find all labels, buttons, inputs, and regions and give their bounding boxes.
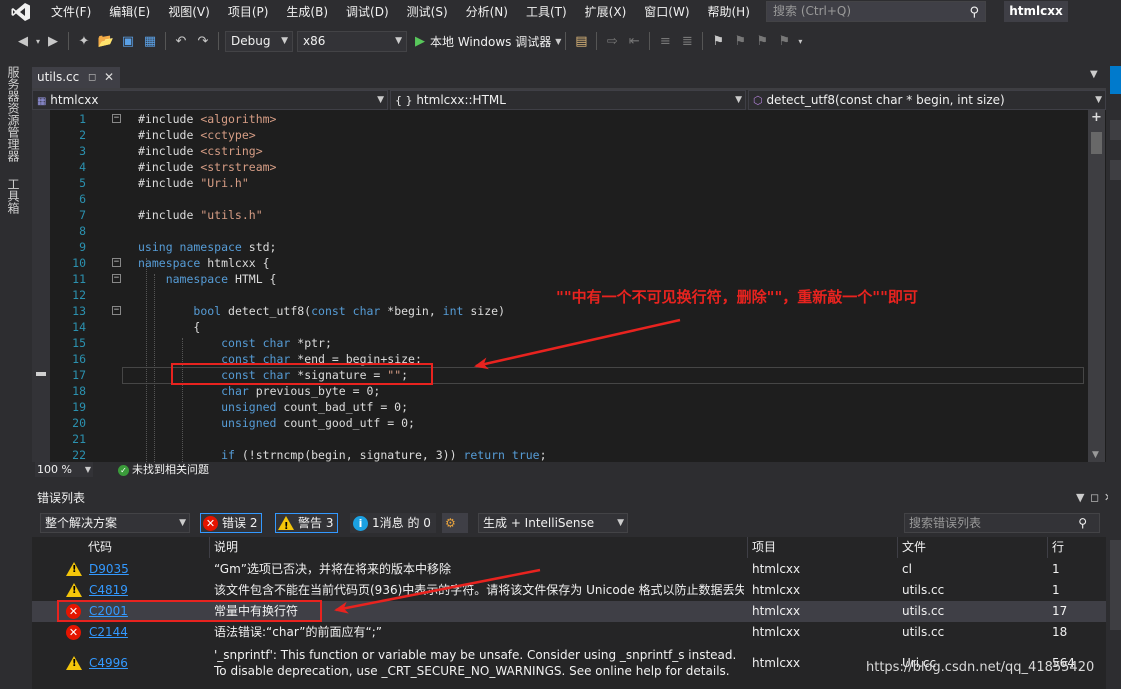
annotation-arrows: [334, 318, 681, 614]
watermark: https://blog.csdn.net/qq_41855420: [866, 660, 1095, 675]
annotation-arrow-to-error: [334, 568, 541, 614]
annotation-arrow-to-code: [474, 318, 681, 370]
